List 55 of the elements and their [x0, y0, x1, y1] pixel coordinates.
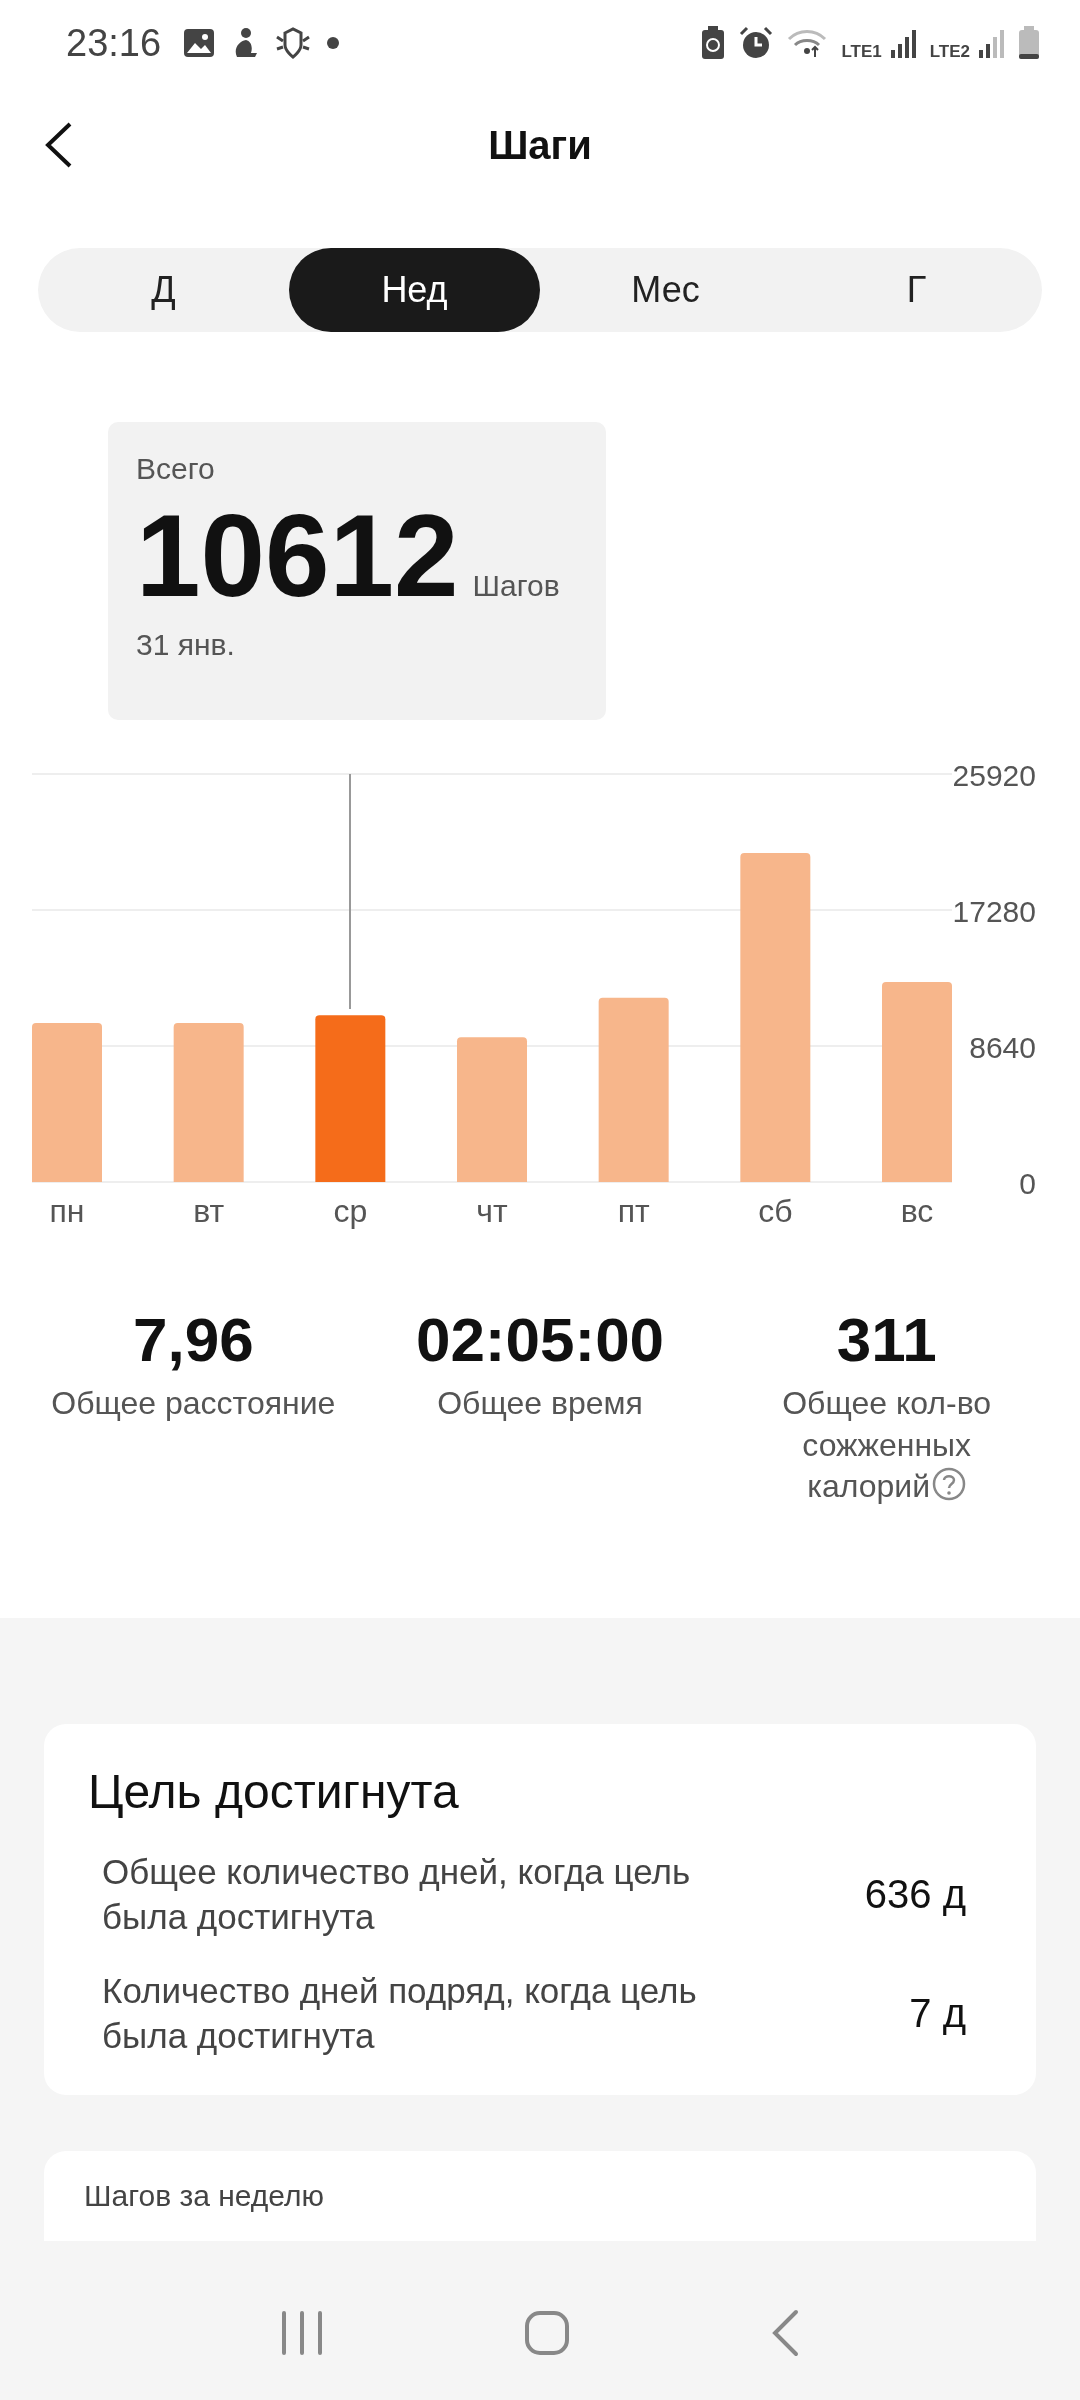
goal-label: Общее количество дней, когда цель была достигнута: [102, 1850, 692, 1939]
signal-icon: [889, 28, 916, 58]
wifi-icon: [787, 27, 828, 59]
axis-tick-label: 25920: [952, 759, 1036, 792]
recent-apps-icon[interactable]: [280, 2310, 323, 2355]
goal-label: Количество дней подряд, когда цель была достигнута: [102, 1969, 698, 2058]
network-label: LTE2: [929, 42, 970, 62]
chart-bar[interactable]: [740, 853, 811, 1182]
network-label: LTE1: [841, 42, 882, 62]
stat-label: Общее кол-во сожженных калорий: [781, 1384, 993, 1507]
gallery-icon: [183, 28, 216, 58]
axis-tick-label: 8640: [969, 1031, 1036, 1064]
card-title: Цель достигнута: [88, 1763, 460, 1819]
axis-day-label: пт: [617, 1193, 650, 1229]
step-total: 10612: [136, 496, 459, 618]
axis-day-label: вс: [900, 1193, 934, 1229]
stat-value: 7,96: [133, 1304, 254, 1375]
stat-label: Общее расстояние: [50, 1384, 337, 1423]
battery-saver-icon: [701, 26, 726, 60]
alarm-icon: [739, 26, 774, 60]
period-tab[interactable]: Д: [38, 248, 289, 332]
home-icon[interactable]: [524, 2309, 570, 2356]
help-icon[interactable]: [932, 1467, 967, 1502]
axis-day-label: вт: [193, 1193, 225, 1229]
chart-bar[interactable]: [315, 1015, 386, 1182]
back-icon[interactable]: [771, 2308, 800, 2357]
card-title: Шагов за неделю: [84, 2178, 324, 2212]
chart-bar[interactable]: [173, 1023, 244, 1182]
period-tab[interactable]: Г: [791, 248, 1042, 332]
stat-value: 02:05:00: [415, 1304, 665, 1375]
back-button[interactable]: [44, 122, 74, 168]
step-unit: Шагов: [472, 569, 560, 603]
goal-value: 7 д: [909, 1990, 966, 2036]
chart-bar[interactable]: [32, 1023, 102, 1182]
dot-icon: [327, 37, 340, 49]
stat-label: Общее время: [436, 1384, 644, 1423]
goal-value: 636 д: [864, 1871, 966, 1917]
period-tab[interactable]: Нед: [289, 248, 540, 332]
axis-day-label: чт: [476, 1193, 508, 1229]
period-tab[interactable]: Мес: [540, 248, 791, 332]
axis-day-label: пн: [49, 1193, 85, 1229]
axis-day-label: сб: [758, 1193, 793, 1229]
page-title: Шаги: [487, 122, 593, 168]
axis-tick-label: 0: [1019, 1167, 1036, 1200]
stat-value: 311: [836, 1304, 937, 1375]
signal-icon: [978, 28, 1004, 58]
clock-time: 23:16: [66, 21, 162, 65]
chart-bar[interactable]: [598, 997, 669, 1182]
axis-tick-label: 17280: [952, 895, 1036, 928]
chart-bar[interactable]: [457, 1037, 527, 1182]
chart-bar[interactable]: [882, 982, 952, 1182]
axis-day-label: ср: [333, 1193, 368, 1229]
summary-date: 31 янв.: [136, 627, 235, 662]
battery-icon: [1018, 26, 1040, 60]
summary-label: Всего: [136, 452, 215, 486]
